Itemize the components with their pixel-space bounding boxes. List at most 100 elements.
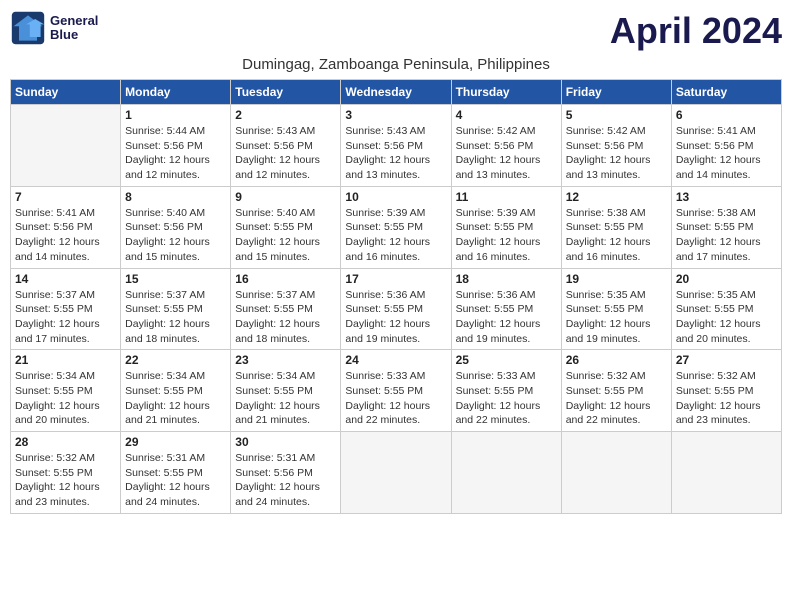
day-number: 25 bbox=[456, 353, 557, 367]
day-number: 10 bbox=[345, 190, 446, 204]
calendar-cell: 19 Sunrise: 5:35 AM Sunset: 5:55 PM Dayli… bbox=[561, 268, 671, 350]
calendar-cell: 30 Sunrise: 5:31 AM Sunset: 5:56 PM Dayli… bbox=[231, 432, 341, 514]
day-number: 11 bbox=[456, 190, 557, 204]
calendar-cell: 9 Sunrise: 5:40 AM Sunset: 5:55 PM Daylig… bbox=[231, 186, 341, 268]
calendar-header: SundayMondayTuesdayWednesdayThursdayFrid… bbox=[11, 80, 782, 105]
day-info: Sunrise: 5:43 AM Sunset: 5:56 PM Dayligh… bbox=[345, 124, 446, 183]
day-info: Sunrise: 5:37 AM Sunset: 5:55 PM Dayligh… bbox=[235, 288, 336, 347]
day-info: Sunrise: 5:34 AM Sunset: 5:55 PM Dayligh… bbox=[235, 369, 336, 428]
day-info: Sunrise: 5:36 AM Sunset: 5:55 PM Dayligh… bbox=[456, 288, 557, 347]
day-number: 13 bbox=[676, 190, 777, 204]
logo: General Blue bbox=[10, 10, 98, 46]
day-header-friday: Friday bbox=[561, 80, 671, 105]
day-info: Sunrise: 5:33 AM Sunset: 5:55 PM Dayligh… bbox=[456, 369, 557, 428]
day-number: 9 bbox=[235, 190, 336, 204]
calendar-cell: 22Sunrise: 5:34 AM Sunset: 5:55 PM Dayli… bbox=[121, 350, 231, 432]
day-header-monday: Monday bbox=[121, 80, 231, 105]
day-number: 15 bbox=[125, 272, 226, 286]
page-subtitle: Dumingag, Zamboanga Peninsula, Philippin… bbox=[10, 56, 782, 73]
day-info: Sunrise: 5:34 AM Sunset: 5:55 PM Dayligh… bbox=[125, 369, 226, 428]
day-info: Sunrise: 5:31 AM Sunset: 5:55 PM Dayligh… bbox=[125, 451, 226, 510]
day-number: 2 bbox=[235, 108, 336, 122]
day-info: Sunrise: 5:32 AM Sunset: 5:55 PM Dayligh… bbox=[566, 369, 667, 428]
day-number: 30 bbox=[235, 435, 336, 449]
day-number: 28 bbox=[15, 435, 116, 449]
day-info: Sunrise: 5:37 AM Sunset: 5:55 PM Dayligh… bbox=[125, 288, 226, 347]
calendar-cell: 21Sunrise: 5:34 AM Sunset: 5:55 PM Dayli… bbox=[11, 350, 121, 432]
logo-line2: Blue bbox=[50, 28, 98, 42]
day-number: 20 bbox=[676, 272, 777, 286]
calendar-cell: 13 Sunrise: 5:38 AM Sunset: 5:55 PM Dayli… bbox=[671, 186, 781, 268]
day-number: 5 bbox=[566, 108, 667, 122]
month-title: April 2024 bbox=[610, 10, 782, 52]
day-info: Sunrise: 5:39 AM Sunset: 5:55 PM Dayligh… bbox=[456, 206, 557, 265]
logo-text: General Blue bbox=[50, 14, 98, 43]
calendar-cell: 20 Sunrise: 5:35 AM Sunset: 5:55 PM Dayli… bbox=[671, 268, 781, 350]
day-info: Sunrise: 5:41 AM Sunset: 5:56 PM Dayligh… bbox=[15, 206, 116, 265]
calendar-cell: 26Sunrise: 5:32 AM Sunset: 5:55 PM Dayli… bbox=[561, 350, 671, 432]
calendar-week-3: 14 Sunrise: 5:37 AM Sunset: 5:55 PM Dayli… bbox=[11, 268, 782, 350]
day-number: 3 bbox=[345, 108, 446, 122]
day-info: Sunrise: 5:31 AM Sunset: 5:56 PM Dayligh… bbox=[235, 451, 336, 510]
calendar-cell: 24Sunrise: 5:33 AM Sunset: 5:55 PM Dayli… bbox=[341, 350, 451, 432]
calendar-cell: 28 Sunrise: 5:32 AM Sunset: 5:55 PM Dayli… bbox=[11, 432, 121, 514]
calendar-cell: 7 Sunrise: 5:41 AM Sunset: 5:56 PM Daylig… bbox=[11, 186, 121, 268]
calendar-cell: 10 Sunrise: 5:39 AM Sunset: 5:55 PM Dayli… bbox=[341, 186, 451, 268]
day-info: Sunrise: 5:39 AM Sunset: 5:55 PM Dayligh… bbox=[345, 206, 446, 265]
day-info: Sunrise: 5:36 AM Sunset: 5:55 PM Dayligh… bbox=[345, 288, 446, 347]
day-number: 23 bbox=[235, 353, 336, 367]
day-number: 21 bbox=[15, 353, 116, 367]
day-info: Sunrise: 5:38 AM Sunset: 5:55 PM Dayligh… bbox=[566, 206, 667, 265]
day-number: 4 bbox=[456, 108, 557, 122]
calendar-cell: 25 Sunrise: 5:33 AM Sunset: 5:55 PM Dayli… bbox=[451, 350, 561, 432]
day-number: 29 bbox=[125, 435, 226, 449]
day-number: 1 bbox=[125, 108, 226, 122]
calendar-cell: 2 Sunrise: 5:43 AM Sunset: 5:56 PM Daylig… bbox=[231, 105, 341, 187]
day-header-sunday: Sunday bbox=[11, 80, 121, 105]
day-number: 19 bbox=[566, 272, 667, 286]
calendar-cell: 1Sunrise: 5:44 AM Sunset: 5:56 PM Daylig… bbox=[121, 105, 231, 187]
day-info: Sunrise: 5:35 AM Sunset: 5:55 PM Dayligh… bbox=[676, 288, 777, 347]
day-number: 24 bbox=[345, 353, 446, 367]
day-header-tuesday: Tuesday bbox=[231, 80, 341, 105]
calendar-cell: 27Sunrise: 5:32 AM Sunset: 5:55 PM Dayli… bbox=[671, 350, 781, 432]
calendar-week-1: 1Sunrise: 5:44 AM Sunset: 5:56 PM Daylig… bbox=[11, 105, 782, 187]
calendar-cell: 15 Sunrise: 5:37 AM Sunset: 5:55 PM Dayli… bbox=[121, 268, 231, 350]
day-info: Sunrise: 5:37 AM Sunset: 5:55 PM Dayligh… bbox=[15, 288, 116, 347]
calendar-cell bbox=[561, 432, 671, 514]
day-info: Sunrise: 5:42 AM Sunset: 5:56 PM Dayligh… bbox=[566, 124, 667, 183]
calendar-cell bbox=[451, 432, 561, 514]
day-number: 14 bbox=[15, 272, 116, 286]
calendar-cell: 4Sunrise: 5:42 AM Sunset: 5:56 PM Daylig… bbox=[451, 105, 561, 187]
day-header-wednesday: Wednesday bbox=[341, 80, 451, 105]
day-info: Sunrise: 5:40 AM Sunset: 5:56 PM Dayligh… bbox=[125, 206, 226, 265]
calendar-cell: 12 Sunrise: 5:38 AM Sunset: 5:55 PM Dayli… bbox=[561, 186, 671, 268]
logo-line1: General bbox=[50, 14, 98, 28]
day-number: 7 bbox=[15, 190, 116, 204]
calendar-table: SundayMondayTuesdayWednesdayThursdayFrid… bbox=[10, 79, 782, 514]
day-number: 12 bbox=[566, 190, 667, 204]
day-number: 16 bbox=[235, 272, 336, 286]
day-header-thursday: Thursday bbox=[451, 80, 561, 105]
calendar-cell: 17Sunrise: 5:36 AM Sunset: 5:55 PM Dayli… bbox=[341, 268, 451, 350]
calendar-cell: 6Sunrise: 5:41 AM Sunset: 5:56 PM Daylig… bbox=[671, 105, 781, 187]
calendar-cell: 29 Sunrise: 5:31 AM Sunset: 5:55 PM Dayli… bbox=[121, 432, 231, 514]
calendar-cell: 23 Sunrise: 5:34 AM Sunset: 5:55 PM Dayli… bbox=[231, 350, 341, 432]
day-info: Sunrise: 5:35 AM Sunset: 5:55 PM Dayligh… bbox=[566, 288, 667, 347]
calendar-cell bbox=[671, 432, 781, 514]
calendar-cell: 14 Sunrise: 5:37 AM Sunset: 5:55 PM Dayli… bbox=[11, 268, 121, 350]
calendar-week-2: 7 Sunrise: 5:41 AM Sunset: 5:56 PM Daylig… bbox=[11, 186, 782, 268]
day-info: Sunrise: 5:32 AM Sunset: 5:55 PM Dayligh… bbox=[15, 451, 116, 510]
day-info: Sunrise: 5:40 AM Sunset: 5:55 PM Dayligh… bbox=[235, 206, 336, 265]
calendar-cell: 8Sunrise: 5:40 AM Sunset: 5:56 PM Daylig… bbox=[121, 186, 231, 268]
calendar-cell: 3 Sunrise: 5:43 AM Sunset: 5:56 PM Daylig… bbox=[341, 105, 451, 187]
calendar-cell: 5 Sunrise: 5:42 AM Sunset: 5:56 PM Daylig… bbox=[561, 105, 671, 187]
calendar-cell bbox=[11, 105, 121, 187]
calendar-week-5: 28 Sunrise: 5:32 AM Sunset: 5:55 PM Dayli… bbox=[11, 432, 782, 514]
day-number: 27 bbox=[676, 353, 777, 367]
day-number: 6 bbox=[676, 108, 777, 122]
calendar-week-4: 21 Sunrise: 5:34 AM Sunset: 5:55 PM Dayli… bbox=[11, 350, 782, 432]
day-info: Sunrise: 5:43 AM Sunset: 5:56 PM Dayligh… bbox=[235, 124, 336, 183]
day-info: Sunrise: 5:38 AM Sunset: 5:55 PM Dayligh… bbox=[676, 206, 777, 265]
calendar-cell bbox=[341, 432, 451, 514]
